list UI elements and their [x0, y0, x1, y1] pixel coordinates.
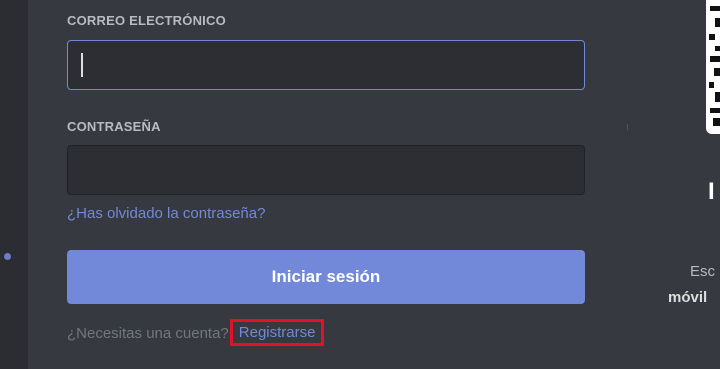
login-card: CORREO ELECTRÓNICO CONTRASEÑA ¿Has olvid… [28, 0, 720, 369]
password-label: CONTRASEÑA [67, 119, 161, 134]
login-button[interactable]: Iniciar sesión [67, 250, 585, 304]
decorative-dot [4, 253, 11, 260]
password-field[interactable] [67, 145, 585, 195]
divider-tick [627, 124, 628, 130]
left-background-strip [0, 0, 28, 369]
qr-description-line1: Esc [690, 263, 716, 280]
qr-code [706, 0, 720, 134]
qr-description-line2: móvil [668, 289, 708, 306]
text-caret [81, 53, 83, 77]
register-row: ¿Necesitas una cuenta? Registrarse [67, 319, 325, 347]
qr-title: I [708, 178, 715, 205]
register-link[interactable]: Registrarse [229, 319, 325, 346]
email-label: CORREO ELECTRÓNICO [67, 13, 226, 28]
email-field[interactable] [67, 40, 585, 90]
forgot-password-link[interactable]: ¿Has olvidado la contraseña? [67, 205, 265, 222]
need-account-text: ¿Necesitas una cuenta? [67, 325, 229, 342]
